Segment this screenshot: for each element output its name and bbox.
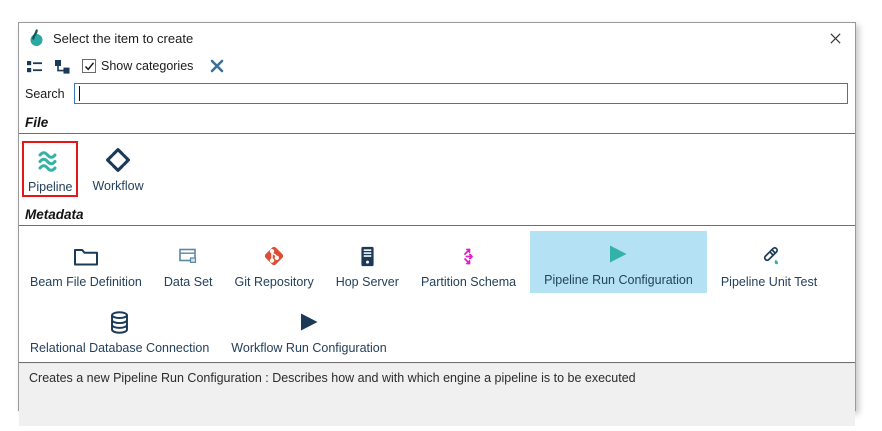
partition-icon — [461, 240, 477, 272]
item-workflow[interactable]: Workflow — [84, 139, 151, 197]
section-header-metadata: Metadata — [19, 200, 855, 225]
server-icon — [360, 240, 375, 272]
section-header-file: File — [19, 108, 855, 133]
clear-search-button[interactable] — [207, 56, 227, 76]
item-hop-server[interactable]: Hop Server — [328, 235, 407, 293]
item-label: Pipeline Run Configuration — [544, 273, 693, 287]
item-data-set[interactable]: Data Set — [156, 235, 221, 293]
item-label: Pipeline Unit Test — [721, 275, 817, 289]
item-git-repository[interactable]: Git Repository — [227, 235, 322, 293]
git-icon — [262, 240, 286, 272]
clear-x-icon — [209, 58, 225, 74]
database-icon — [109, 306, 130, 338]
item-partition-schema[interactable]: Partition Schema — [413, 235, 524, 293]
item-label: Hop Server — [336, 275, 399, 289]
dataset-icon — [178, 240, 199, 272]
checkmark-icon — [84, 61, 95, 72]
item-description: Creates a new Pipeline Run Configuration… — [29, 371, 636, 385]
item-beam-file-definition[interactable]: Beam File Definition — [22, 235, 150, 293]
hop-logo-icon — [28, 29, 45, 47]
show-categories-checkbox[interactable] — [82, 59, 96, 73]
list-view-icon — [26, 58, 43, 75]
description-panel: Creates a new Pipeline Run Configuration… — [19, 363, 855, 426]
item-pipeline[interactable]: Pipeline — [22, 141, 78, 197]
tree-view-button[interactable] — [52, 56, 72, 76]
item-label: Pipeline — [28, 180, 72, 194]
toolbar: Show categories — [19, 53, 855, 80]
item-label: Git Repository — [235, 275, 314, 289]
create-item-dialog: Select the item to create — [18, 22, 856, 411]
search-row: Search — [19, 80, 855, 108]
file-items-row: Pipeline Workflow — [19, 134, 855, 200]
item-label: Workflow Run Configuration — [231, 341, 386, 355]
item-label: Relational Database Connection — [30, 341, 209, 355]
list-view-button[interactable] — [24, 56, 44, 76]
show-categories-label: Show categories — [101, 59, 193, 73]
item-label: Partition Schema — [421, 275, 516, 289]
close-button[interactable] — [825, 28, 845, 48]
unit-test-icon — [757, 240, 781, 272]
metadata-items-row-2: Relational Database Connection Workflow … — [19, 296, 855, 362]
metadata-items-row-1: Beam File Definition Data Set — [19, 226, 855, 296]
item-pipeline-unit-test[interactable]: Pipeline Unit Test — [713, 235, 825, 293]
play-icon — [606, 238, 630, 270]
show-categories-toggle[interactable]: Show categories — [82, 59, 193, 73]
search-label: Search — [25, 87, 65, 101]
item-relational-database-connection[interactable]: Relational Database Connection — [22, 301, 217, 359]
folder-icon — [73, 240, 99, 272]
item-label: Beam File Definition — [30, 275, 142, 289]
item-workflow-run-configuration[interactable]: Workflow Run Configuration — [223, 301, 394, 359]
title-bar: Select the item to create — [19, 23, 855, 53]
text-caret — [79, 86, 80, 101]
pipeline-icon — [35, 145, 65, 177]
workflow-icon — [105, 144, 131, 176]
close-icon — [829, 32, 842, 45]
search-input[interactable] — [74, 83, 848, 104]
play-navy-icon — [297, 306, 321, 338]
item-pipeline-run-configuration[interactable]: Pipeline Run Configuration — [530, 231, 707, 293]
item-label: Workflow — [92, 179, 143, 193]
tree-view-icon — [54, 58, 71, 75]
item-label: Data Set — [164, 275, 213, 289]
dialog-title: Select the item to create — [53, 31, 193, 46]
